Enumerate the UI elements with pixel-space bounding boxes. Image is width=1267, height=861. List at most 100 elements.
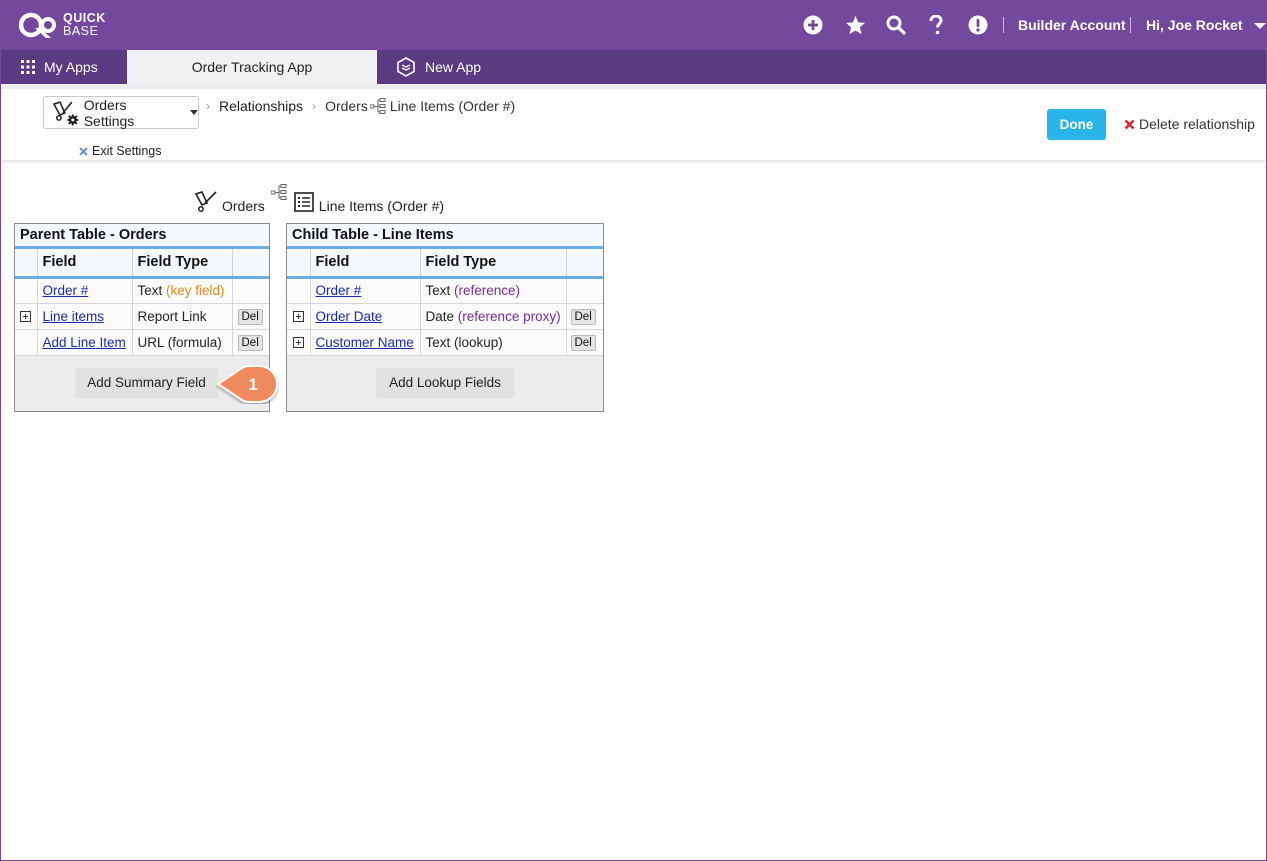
header-divider xyxy=(1003,17,1004,33)
favorites-star-icon[interactable] xyxy=(844,14,866,36)
table-row: Line items Report Link Del xyxy=(15,303,269,330)
relationship-icon xyxy=(369,98,386,114)
user-menu[interactable]: Hi, Joe Rocket xyxy=(1146,17,1267,33)
field-type-cell: Text (key field) xyxy=(132,277,233,304)
field-type-cell: Text (reference) xyxy=(420,277,567,304)
help-icon[interactable] xyxy=(925,14,947,36)
step-callout-badge: 1 xyxy=(216,365,279,403)
breadcrumb-separator-icon: › xyxy=(206,99,210,113)
action-cell: Del xyxy=(566,303,603,330)
reference-note: (reference) xyxy=(454,283,521,298)
table-settings-icon xyxy=(52,100,79,125)
table-row: Order Date Date (reference proxy) Del xyxy=(287,303,603,330)
relationship-child-name: Line Items (Order #) xyxy=(318,198,445,214)
field-type-text: Text xyxy=(137,283,163,298)
top-bar: QUICK BASE Builder Account Hi, Joe Rocke… xyxy=(1,0,1267,50)
exit-settings-link[interactable]: Exit Settings xyxy=(79,144,161,158)
quickbase-logo-icon xyxy=(19,12,56,38)
field-cell: Order # xyxy=(37,277,133,304)
action-column-header xyxy=(566,249,603,279)
tab-order-tracking-app[interactable]: Order Tracking App xyxy=(127,50,377,84)
add-summary-field-button[interactable]: Add Summary Field xyxy=(75,367,218,398)
table-row: Add Line Item URL (formula) Del xyxy=(15,329,269,356)
action-cell xyxy=(232,277,269,304)
delete-field-button[interactable]: Del xyxy=(237,308,263,325)
tab-my-apps-label: My Apps xyxy=(44,59,98,75)
table-header-row: Field Field Type xyxy=(287,249,603,279)
reference-proxy-note: (reference proxy) xyxy=(457,308,561,324)
delete-field-button[interactable]: Del xyxy=(237,334,263,351)
user-greeting: Hi, Joe Rocket xyxy=(1146,17,1243,33)
expand-cell xyxy=(287,329,311,356)
parent-fields-table: Field Field Type Order # Text (key field… xyxy=(15,249,269,356)
field-link-order-number[interactable]: Order # xyxy=(43,283,89,298)
quickbase-logo[interactable]: QUICK BASE xyxy=(19,11,106,39)
expand-cell xyxy=(15,329,38,356)
search-icon[interactable] xyxy=(885,14,907,36)
field-link-line-items[interactable]: Line items xyxy=(43,309,105,324)
field-link-customer-name[interactable]: Customer Name xyxy=(316,335,414,350)
table-row: Customer Name Text (lookup) Del xyxy=(287,329,603,356)
action-cell: Del xyxy=(232,303,269,330)
add-lookup-fields-button[interactable]: Add Lookup Fields xyxy=(376,367,514,398)
settings-bar: Orders Settings › Relationships › Orders… xyxy=(1,84,1266,160)
step-number: 1 xyxy=(248,375,257,394)
breadcrumb-orders: Orders xyxy=(325,98,368,114)
table-row: Order # Text (reference) xyxy=(287,277,603,304)
field-column-header: Field xyxy=(310,249,421,279)
app-tab-bar: My Apps Order Tracking App New App xyxy=(1,50,1266,84)
action-column-header xyxy=(232,249,269,279)
builder-account-link[interactable]: Builder Account xyxy=(1018,17,1126,33)
breadcrumb-relationships[interactable]: Relationships xyxy=(219,98,303,114)
expand-cell xyxy=(15,303,38,330)
exit-settings-label: Exit Settings xyxy=(92,144,162,158)
expand-plus-icon[interactable] xyxy=(292,311,304,323)
field-link-order-date[interactable]: Order Date xyxy=(316,309,383,324)
chevron-down-icon xyxy=(190,110,198,115)
apps-grid-icon xyxy=(21,60,35,74)
delete-field-button[interactable]: Del xyxy=(570,308,596,325)
close-icon xyxy=(79,146,88,156)
field-link-order-number[interactable]: Order # xyxy=(316,283,362,298)
field-type-text: Date xyxy=(425,308,455,324)
logo-text-base: BASE xyxy=(63,24,99,38)
expand-cell xyxy=(287,303,311,330)
action-cell: Del xyxy=(232,329,269,356)
done-button[interactable]: Done xyxy=(1047,109,1106,140)
add-icon[interactable] xyxy=(802,14,824,36)
child-fields-table: Field Field Type Order # Text (reference… xyxy=(287,249,603,356)
expand-column-header xyxy=(15,249,38,279)
field-column-header: Field xyxy=(37,249,133,279)
key-field-note: (key field) xyxy=(166,283,225,298)
field-cell: Order # xyxy=(310,277,421,304)
expand-plus-icon[interactable] xyxy=(20,311,32,323)
child-table-title: Child Table - Line Items xyxy=(287,224,603,249)
field-type-column-header: Field Type xyxy=(420,249,567,279)
delete-field-button[interactable]: Del xyxy=(570,334,596,351)
expand-plus-icon[interactable] xyxy=(292,337,304,349)
breadcrumb-line-items: Line Items (Order #) xyxy=(389,98,516,114)
table-header-row: Field Field Type xyxy=(15,249,269,279)
table-row: Order # Text (key field) xyxy=(15,277,269,304)
field-type-cell: Date (reference proxy) xyxy=(420,303,567,330)
tab-my-apps[interactable]: My Apps xyxy=(21,50,98,84)
field-link-add-line-item[interactable]: Add Line Item xyxy=(43,335,126,350)
field-cell: Customer Name xyxy=(310,329,421,356)
tab-new-app[interactable]: New App xyxy=(396,50,481,84)
field-cell: Add Line Item xyxy=(37,329,133,356)
delete-x-icon xyxy=(1124,119,1135,129)
relationship-parent-name: Orders xyxy=(222,198,265,214)
chevron-down-icon xyxy=(1254,23,1267,30)
delete-relationship-link[interactable]: Delete relationship xyxy=(1124,116,1255,132)
tab-new-app-label: New App xyxy=(425,59,482,75)
breadcrumb: › Relationships › Orders Line Items (Ord… xyxy=(206,98,515,114)
list-table-icon xyxy=(293,192,314,212)
new-app-icon xyxy=(397,57,415,77)
orders-settings-dropdown[interactable]: Orders Settings xyxy=(43,96,199,129)
field-cell: Order Date xyxy=(310,303,421,330)
alert-icon[interactable] xyxy=(967,14,989,36)
field-cell: Line items xyxy=(37,303,133,330)
expand-cell xyxy=(287,277,311,304)
field-type-cell: Report Link xyxy=(132,303,233,330)
tab-order-tracking-label: Order Tracking App xyxy=(191,59,313,75)
